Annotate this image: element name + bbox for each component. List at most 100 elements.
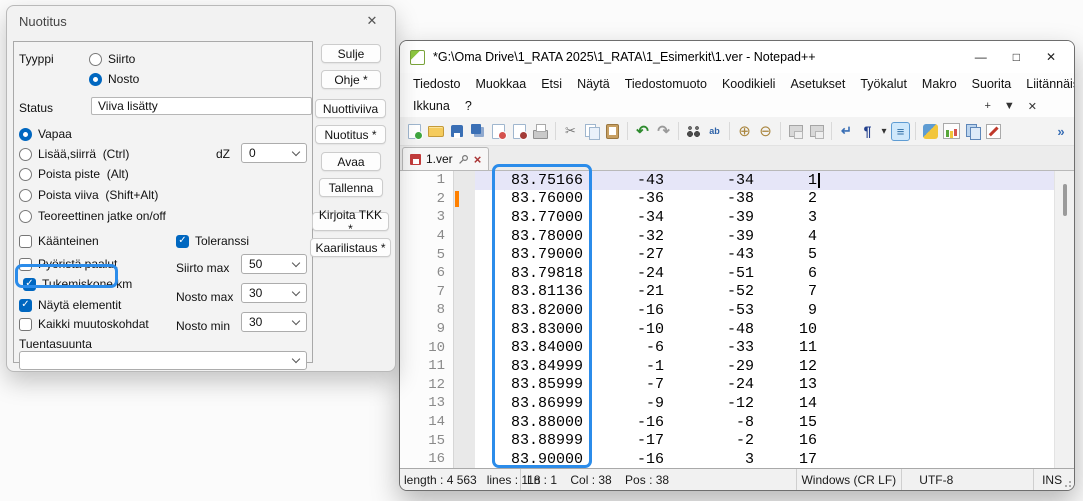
vertical-scrollbar[interactable] (1054, 171, 1074, 469)
line-number: 1 (400, 171, 454, 190)
zoom-in-icon[interactable] (735, 122, 754, 141)
menubar-row2-controls: + ▼ ✕ (984, 100, 1068, 113)
radio-siirto[interactable]: Siirto (89, 51, 135, 67)
menu-suorita[interactable]: Suorita (965, 75, 1019, 93)
value-col-4: 3 (754, 209, 817, 226)
radio-nosto[interactable]: Nosto (89, 71, 139, 87)
radio-poista-piste[interactable]: Poista piste (Alt) (19, 166, 129, 182)
checkbox-nayta-elementit[interactable]: ✓ Näytä elementit (19, 297, 121, 313)
menu-koodikieli[interactable]: Koodikieli (715, 75, 783, 93)
close-all-icon[interactable] (510, 122, 529, 141)
toolbar-separator (729, 122, 730, 140)
menu-tiedosto[interactable]: Tiedosto (406, 75, 467, 93)
status-eol-format[interactable]: Windows (CR LF) (797, 469, 902, 490)
menu-muokkaa[interactable]: Muokkaa (468, 75, 533, 93)
status-field[interactable]: Viiva lisätty (91, 97, 312, 115)
nosto-max-combo[interactable]: 30 (241, 283, 307, 303)
value-col-3: -8 (664, 414, 754, 431)
kirjoita-tkk-button[interactable]: Kirjoita TKK * (312, 212, 389, 231)
menu-ikkuna[interactable]: Ikkuna (406, 97, 457, 115)
zoom-out-icon[interactable] (756, 122, 775, 141)
tab-close-icon[interactable]: × (474, 153, 482, 166)
sync-horizontal-icon[interactable] (807, 122, 826, 141)
close-file-icon[interactable] (489, 122, 508, 141)
dialog-titlebar[interactable]: Nuotitus ✕ (7, 6, 395, 36)
menubar-row2-items: Ikkuna? (406, 97, 480, 115)
menu-tiedostomuoto[interactable]: Tiedostomuoto (618, 75, 714, 93)
save-icon[interactable] (447, 122, 466, 141)
menu-etsi[interactable]: Etsi (534, 75, 569, 93)
show-all-characters-icon[interactable] (858, 122, 877, 141)
avaa-button[interactable]: Avaa (321, 152, 381, 171)
menu-n-yt[interactable]: Näytä (570, 75, 617, 93)
save-all-icon[interactable] (468, 122, 487, 141)
chevron-down-icon (292, 258, 300, 266)
status-encoding[interactable]: UTF-8 (902, 469, 1034, 490)
indent-guide-icon[interactable] (891, 122, 910, 141)
dialog-close-icon[interactable]: ✕ (361, 13, 383, 29)
overflow-icon[interactable] (1053, 122, 1069, 141)
tab-1ver[interactable]: 1.ver × (402, 147, 489, 170)
redo-icon[interactable] (654, 122, 673, 141)
tuentasuunta-combo[interactable] (19, 351, 307, 370)
siirto-max-combo[interactable]: 50 (241, 254, 307, 274)
maximize-icon[interactable]: □ (1013, 50, 1020, 64)
menu-?[interactable]: ? (458, 97, 479, 115)
sulje-button[interactable]: Sulje (321, 44, 381, 63)
replace-icon[interactable] (705, 122, 724, 141)
kaarilistaus-button[interactable]: Kaarilistaus * (310, 238, 391, 257)
find-icon[interactable] (684, 122, 703, 141)
line-number: 9 (400, 320, 454, 339)
checkbox-kaanteinen[interactable]: Käänteinen (19, 233, 99, 249)
plugin-macro-icon[interactable] (984, 122, 1003, 141)
menu-item[interactable]: ▼ (1004, 100, 1015, 112)
menu-makro[interactable]: Makro (915, 75, 964, 93)
line-number: 13 (400, 394, 454, 413)
nosto-min-combo[interactable]: 30 (241, 312, 307, 332)
status-label: Status (19, 100, 53, 116)
scrollbar-thumb[interactable] (1063, 184, 1067, 216)
radio-teoreettinen-jatke[interactable]: Teoreettinen jatke on/off (19, 208, 166, 224)
close-icon[interactable]: ✕ (1046, 50, 1056, 64)
annotation-tukemiskone-km (15, 264, 118, 288)
plugin-lightning-icon[interactable] (921, 122, 940, 141)
paste-icon[interactable] (603, 122, 622, 141)
menu-liit-nn-iset[interactable]: Liitännäiset (1019, 75, 1075, 93)
dz-combo[interactable]: 0 (241, 143, 307, 163)
plugin-chart-icon[interactable] (942, 122, 961, 141)
pin-icon[interactable] (458, 154, 469, 165)
value-col-2: -16 (583, 302, 664, 319)
checkbox-icon (19, 235, 32, 248)
open-file-icon[interactable] (426, 122, 445, 141)
print-icon[interactable] (531, 122, 550, 141)
nuotitus-button[interactable]: Nuotitus * (315, 125, 386, 144)
new-file-icon[interactable] (405, 122, 424, 141)
menu-item[interactable]: ✕ (1028, 100, 1037, 113)
ohje-button[interactable]: Ohje * (321, 70, 381, 89)
plugin-docs-icon[interactable] (963, 122, 982, 141)
menu-ty-kalut[interactable]: Työkalut (853, 75, 914, 93)
radio-lisaa-siirra[interactable]: Lisää,siirrä (Ctrl) (19, 146, 129, 162)
minimize-icon[interactable]: — (975, 50, 987, 64)
radio-poista-viiva[interactable]: Poista viiva (Shift+Alt) (19, 187, 158, 203)
word-wrap-icon[interactable] (837, 122, 856, 141)
checkbox-kaikki-muutoskohdat[interactable]: Kaikki muutoskohdat (19, 316, 149, 332)
copy-icon[interactable] (582, 122, 601, 141)
checkbox-toleranssi[interactable]: ✓ Toleranssi (176, 233, 249, 249)
radio-vapaa[interactable]: Vapaa (19, 126, 72, 142)
cut-icon[interactable] (561, 122, 580, 141)
resize-grip[interactable] (1060, 476, 1072, 488)
line-number: 10 (400, 338, 454, 357)
symbols-dropdown-icon[interactable] (879, 122, 889, 141)
value-col-2: -17 (583, 432, 664, 449)
text-caret (818, 173, 820, 188)
menu-asetukset[interactable]: Asetukset (783, 75, 852, 93)
tallenna-button[interactable]: Tallenna (319, 178, 383, 197)
undo-icon[interactable] (633, 122, 652, 141)
sync-vertical-icon[interactable] (786, 122, 805, 141)
status-cursor-position: Ln : 1 Col : 38 Pos : 38 (521, 469, 797, 490)
menu-item[interactable]: + (984, 100, 990, 112)
value-col-4: 17 (754, 451, 817, 468)
nuottiviiva-button[interactable]: Nuottiviiva (315, 99, 386, 118)
radio-icon (19, 168, 32, 181)
